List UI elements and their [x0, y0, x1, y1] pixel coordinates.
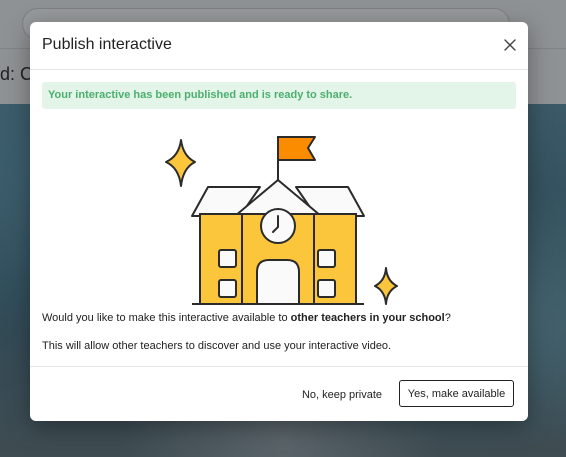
make-available-button[interactable]: Yes, make available	[399, 380, 514, 407]
footer-divider	[30, 366, 528, 367]
sparkle-right-icon	[374, 267, 398, 305]
keep-private-button[interactable]: No, keep private	[292, 380, 392, 409]
success-alert: Your interactive has been published and …	[42, 82, 516, 109]
flag-icon	[277, 136, 316, 161]
close-icon	[504, 39, 516, 51]
school-illustration	[165, 136, 365, 305]
modal-title: Publish interactive	[42, 36, 172, 53]
modal-header: Publish interactive	[30, 22, 528, 70]
question-suffix: ?	[444, 312, 451, 324]
question-emphasis: other teachers in your school	[290, 312, 445, 324]
sparkle-left-icon	[165, 139, 196, 187]
door-icon	[256, 259, 300, 305]
publish-modal: Publish interactive Your interactive has…	[30, 22, 528, 421]
question-prefix: Would you like to make this interactive …	[42, 312, 291, 324]
background-partial-text: d: C	[0, 64, 34, 84]
info-text: This will allow other teachers to discov…	[42, 340, 392, 352]
close-button[interactable]	[500, 35, 520, 55]
availability-question: Would you like to make this interactive …	[42, 312, 451, 324]
